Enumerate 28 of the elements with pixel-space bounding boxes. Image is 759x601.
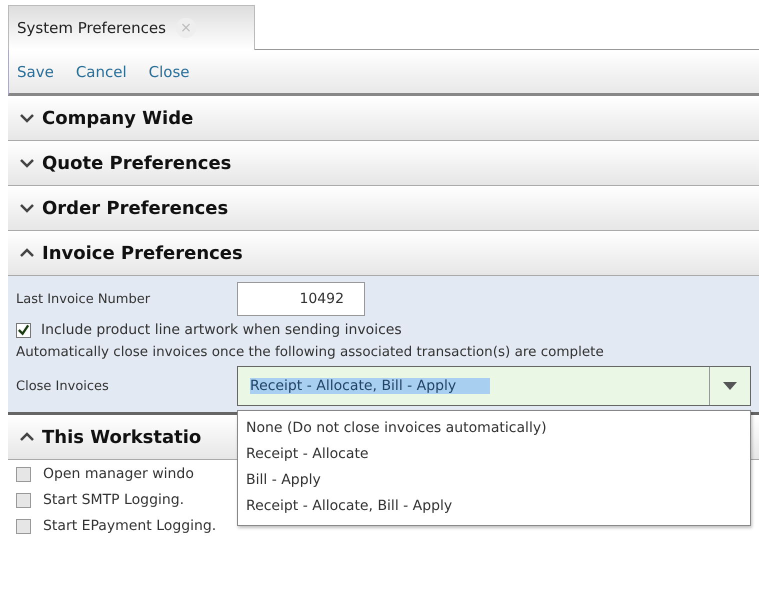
section-title: This Workstatio: [42, 426, 202, 448]
section-title: Quote Preferences: [42, 152, 232, 174]
checkbox-label: Start SMTP Logging.: [43, 492, 184, 508]
checkbox-label: Include product line artwork when sending invoices: [41, 322, 402, 338]
checkbox[interactable]: [16, 518, 31, 534]
dropdown-arrow-icon: [723, 382, 737, 390]
toolbar-link[interactable]: Cancel: [76, 62, 127, 80]
checkbox[interactable]: [16, 492, 31, 508]
dropdown-option[interactable]: Bill - Apply: [238, 467, 750, 493]
description-text: Automatically close invoices once the following associated transaction(s) are complete: [16, 344, 605, 360]
tab-label: System Preferences: [17, 19, 166, 37]
section-title: Company Wide: [42, 108, 194, 128]
dropdown-option[interactable]: Receipt - Allocate: [238, 441, 750, 467]
toolbar-link[interactable]: Close: [148, 62, 190, 80]
dropdown-option[interactable]: Receipt - Allocate, Bill - Apply: [238, 493, 750, 519]
checkbox-label: Start EPayment Logging.: [43, 518, 216, 534]
input-field[interactable]: 10492: [237, 282, 365, 316]
tab[interactable]: System Preferences ×: [8, 5, 255, 50]
toolbar-link[interactable]: Save: [17, 62, 54, 80]
section-title: Invoice Preferences: [42, 242, 243, 264]
checkbox-label: Open manager windo: [43, 466, 194, 482]
dropdown-option[interactable]: None (Do not close invoices automatically): [238, 415, 750, 441]
section-title: Order Preferences: [42, 198, 228, 218]
checkbox[interactable]: [16, 322, 31, 338]
field-label: Close Invoices: [16, 378, 110, 394]
checkbox[interactable]: [16, 466, 31, 482]
dropdown-field[interactable]: Receipt - Allocate, Bill - Apply: [237, 366, 751, 406]
field-label: Last Invoice Number: [16, 292, 152, 306]
